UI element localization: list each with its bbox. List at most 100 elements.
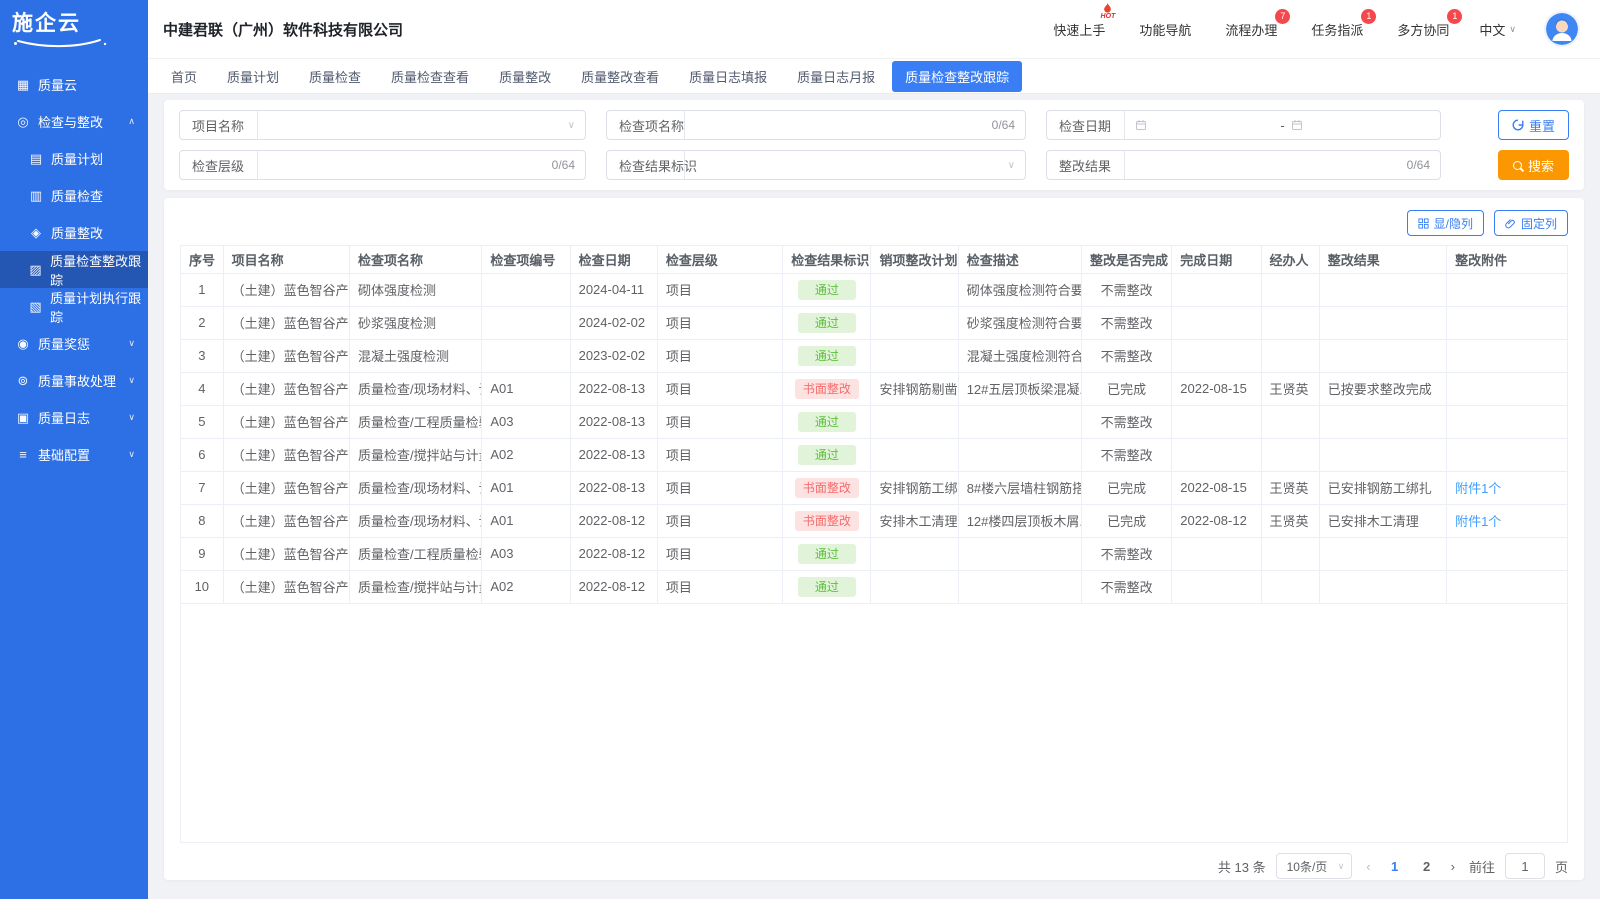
sidebar-item[interactable]: ▧质量计划执行跟踪 xyxy=(0,288,148,325)
sidebar-item[interactable]: ▨质量检查整改跟踪 xyxy=(0,251,148,288)
table-cell: A02 xyxy=(482,438,570,471)
table-cell: 项目 xyxy=(657,537,782,570)
search-label: 搜索 xyxy=(1528,156,1554,175)
attachment-link[interactable]: 附件1个 xyxy=(1455,514,1501,529)
tab[interactable]: 首页 xyxy=(158,61,210,92)
reset-button[interactable]: 重置 xyxy=(1498,110,1569,140)
next-page-button[interactable]: › xyxy=(1447,859,1459,874)
check-result-flag-select[interactable]: 检查结果标识 ∨ xyxy=(606,150,1026,180)
top-nav-item[interactable]: 任务指派1 xyxy=(1311,20,1363,39)
page-size-select[interactable]: 10条/页 ∨ xyxy=(1276,853,1353,879)
show-hide-columns-label: 显/隐列 xyxy=(1434,215,1473,232)
prev-page-button[interactable]: ‹ xyxy=(1362,859,1374,874)
table-cell xyxy=(1447,438,1567,471)
tab[interactable]: 质量整改查看 xyxy=(568,61,672,92)
tab[interactable]: 质量检查查看 xyxy=(378,61,482,92)
table-cell xyxy=(482,273,570,306)
top-nav-item[interactable]: 多方协同1 xyxy=(1397,20,1449,39)
char-counter: 0/64 xyxy=(552,158,575,172)
result-flag-badge: 通过 xyxy=(798,445,856,465)
column-header: 检查项编号 xyxy=(482,246,570,273)
page-number[interactable]: 2 xyxy=(1417,859,1437,874)
table-cell: 质量检查/工程质量检验 xyxy=(349,537,481,570)
table-cell: 12#五层顶板梁混凝... xyxy=(958,372,1081,405)
show-hide-columns-button[interactable]: 显/隐列 xyxy=(1407,210,1484,236)
sidebar-item[interactable]: ⊚质量事故处理∨ xyxy=(0,362,148,399)
sidebar-item[interactable]: ▥质量检查 xyxy=(0,177,148,214)
table-row[interactable]: 3（土建）蓝色智谷产...混凝土强度检测2023-02-02项目通过混凝土强度检… xyxy=(181,339,1567,372)
user-avatar[interactable] xyxy=(1546,13,1578,45)
top-nav-label: 流程办理 xyxy=(1225,23,1277,38)
table-cell xyxy=(871,273,958,306)
page-number[interactable]: 1 xyxy=(1385,859,1405,874)
result-flag-badge: 通过 xyxy=(798,313,856,333)
tab[interactable]: 质量整改 xyxy=(486,61,564,92)
table-row[interactable]: 10（土建）蓝色智谷产...质量检查/搅拌站与计量...A022022-08-1… xyxy=(181,570,1567,603)
char-counter: 0/64 xyxy=(992,118,1015,132)
goto-page-input[interactable] xyxy=(1505,853,1545,879)
language-selector[interactable]: 中文 ∨ xyxy=(1479,20,1516,39)
sidebar-item[interactable]: ▦ 质量云 xyxy=(0,66,148,103)
top-nav-item[interactable]: 快速上手HOT xyxy=(1053,20,1105,39)
table-row[interactable]: 4（土建）蓝色智谷产...质量检查/现场材料、设...A012022-08-13… xyxy=(181,372,1567,405)
check-item-name-input[interactable]: 检查项名称 0/64 xyxy=(606,110,1026,140)
calendar-icon xyxy=(1135,119,1147,131)
quality-plan-icon: ▤ xyxy=(28,151,44,167)
table-row[interactable]: 5（土建）蓝色智谷产...质量检查/工程质量检验A032022-08-13项目通… xyxy=(181,405,1567,438)
top-nav-item[interactable]: 功能导航 xyxy=(1139,20,1191,39)
chevron-down-icon: ∨ xyxy=(128,338,135,349)
table-cell: 不需整改 xyxy=(1082,537,1172,570)
table-row[interactable]: 2（土建）蓝色智谷产...砂浆强度检测2024-02-02项目通过砂浆强度检测符… xyxy=(181,306,1567,339)
sidebar-nav: ▦ 质量云 ◎检查与整改∧▤质量计划▥质量检查◈质量整改▨质量检查整改跟踪▧质量计划… xyxy=(0,66,148,473)
table-cell: 2023-02-02 xyxy=(570,339,657,372)
sidebar-item[interactable]: ▣质量日志∨ xyxy=(0,399,148,436)
main-area: 中建君联（广州）软件科技有限公司 快速上手HOT功能导航流程办理7任务指派1多方… xyxy=(148,0,1600,899)
table-row[interactable]: 8（土建）蓝色智谷产...质量检查/现场材料、设...A012022-08-12… xyxy=(181,504,1567,537)
sidebar-item[interactable]: ◈质量整改 xyxy=(0,214,148,251)
reset-label: 重置 xyxy=(1529,116,1555,135)
sidebar-item[interactable]: ◎检查与整改∧ xyxy=(0,103,148,140)
table-row[interactable]: 9（土建）蓝色智谷产...质量检查/工程质量检验A032022-08-12项目通… xyxy=(181,537,1567,570)
tab[interactable]: 质量日志填报 xyxy=(676,61,780,92)
quality-cloud-icon: ▦ xyxy=(15,77,31,93)
sidebar-item-label: 质量云 xyxy=(38,75,77,94)
tab[interactable]: 质量检查 xyxy=(296,61,374,92)
table-cell: 2022-08-12 xyxy=(1172,504,1261,537)
column-header: 整改是否完成 xyxy=(1082,246,1172,273)
table-row[interactable]: 7（土建）蓝色智谷产...质量检查/现场材料、设...A012022-08-13… xyxy=(181,471,1567,504)
table-row[interactable]: 6（土建）蓝色智谷产...质量检查/搅拌站与计量...A022022-08-13… xyxy=(181,438,1567,471)
table-cell: （土建）蓝色智谷产... xyxy=(223,438,349,471)
sidebar-item[interactable]: ≡基础配置∨ xyxy=(0,436,148,473)
table-cell: 砂浆强度检测 xyxy=(349,306,481,339)
table-cell xyxy=(871,405,958,438)
table-cell: 2022-08-13 xyxy=(570,438,657,471)
project-name-select[interactable]: 项目名称 ∨ xyxy=(179,110,586,140)
sidebar-item-label: 质量日志 xyxy=(38,408,90,427)
quality-rectify-icon: ◈ xyxy=(28,225,44,241)
fixed-columns-button[interactable]: 固定列 xyxy=(1494,210,1568,236)
result-flag-badge: 通过 xyxy=(798,577,856,597)
check-level-input[interactable]: 检查层级 0/64 xyxy=(179,150,586,180)
page-size-value: 10条/页 xyxy=(1287,858,1328,875)
chevron-up-icon: ∧ xyxy=(128,116,135,127)
sidebar-item[interactable]: ▤质量计划 xyxy=(0,140,148,177)
table-cell: 书面整改 xyxy=(783,372,871,405)
table-cell: 安排钢筋工绑扎 xyxy=(871,471,958,504)
tab[interactable]: 质量日志月报 xyxy=(784,61,888,92)
date-start-input[interactable] xyxy=(1135,119,1274,131)
tab[interactable]: 质量检查整改跟踪 xyxy=(892,61,1022,92)
check-date-range-picker[interactable]: 检查日期 - xyxy=(1046,110,1441,140)
chevron-down-icon: ∨ xyxy=(1008,160,1015,171)
sidebar-item[interactable]: ◉质量奖惩∨ xyxy=(0,325,148,362)
top-nav-item[interactable]: 流程办理7 xyxy=(1225,20,1277,39)
sidebar-item-label: 质量事故处理 xyxy=(38,371,116,390)
table-cell xyxy=(1447,405,1567,438)
rectify-result-input[interactable]: 整改结果 0/64 xyxy=(1046,150,1441,180)
flame-icon xyxy=(1103,3,1112,13)
date-end-input[interactable] xyxy=(1291,119,1430,131)
notification-badge: 1 xyxy=(1361,9,1376,24)
attachment-link[interactable]: 附件1个 xyxy=(1455,481,1501,496)
tab[interactable]: 质量计划 xyxy=(214,61,292,92)
search-button[interactable]: 搜索 xyxy=(1498,150,1569,180)
table-row[interactable]: 1（土建）蓝色智谷产...砌体强度检测2024-04-11项目通过砌体强度检测符… xyxy=(181,273,1567,306)
